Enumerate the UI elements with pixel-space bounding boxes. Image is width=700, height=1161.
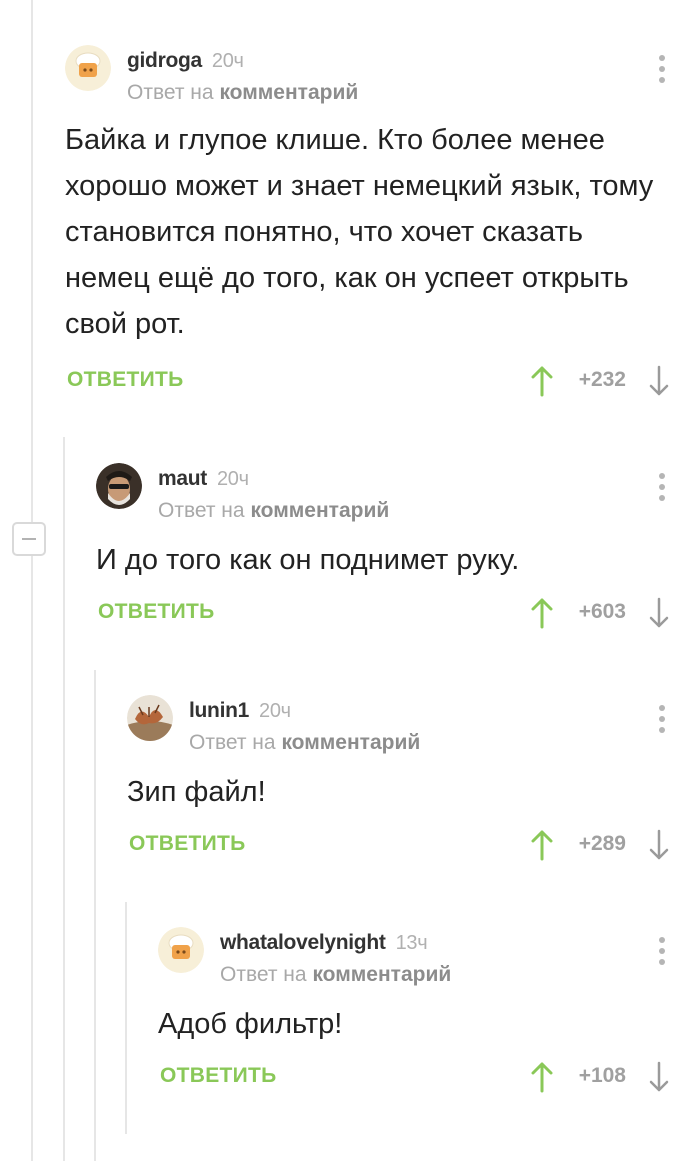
downvote-arrow-icon[interactable] [648,1061,670,1093]
comment-rating: +108 [578,1064,626,1087]
chef-hat-avatar[interactable] [65,45,111,91]
downvote-arrow-icon[interactable] [648,829,670,861]
chef-hat-avatar[interactable] [158,927,204,973]
username-text[interactable]: lunin1 [189,699,249,722]
downvote-arrow-icon[interactable] [648,597,670,629]
reply-target-link[interactable]: комментарий [281,731,420,754]
reply-to-label: Ответ на комментарий [189,731,420,755]
username[interactable]: lunin1 20ч [189,699,291,723]
reply-target-link[interactable]: комментарий [219,81,358,104]
thread-line-level-2 [94,670,96,1161]
reply-to-label: Ответ на комментарий [220,963,451,987]
username[interactable]: maut 20ч [158,467,249,491]
comment: whatalovelynight 13ч Ответ на комментарий… [158,927,700,1107]
more-options-icon[interactable] [658,473,666,503]
comment-rating: +232 [578,368,626,391]
comment-time: 20ч [211,50,244,72]
more-options-icon[interactable] [658,55,666,85]
comment-rating: +603 [578,600,626,623]
username-text[interactable]: gidroga [127,49,202,72]
thread-line-level-1 [63,437,65,1161]
more-options-icon[interactable] [658,705,666,735]
more-options-icon[interactable] [658,937,666,967]
reply-prefix: Ответ на [158,499,245,522]
comment-time: 20ч [216,468,249,490]
reply-button[interactable]: ОТВЕТИТЬ [129,832,246,856]
comment-time: 13ч [395,932,428,954]
thread-line-level-3 [125,902,127,1134]
username[interactable]: gidroga 20ч [127,49,244,73]
username-text[interactable]: maut [158,467,207,490]
upvote-arrow-icon[interactable] [530,365,554,397]
thread-line-level-0 [31,0,33,1161]
comment: gidroga 20ч Ответ на комментарий Байка и … [65,45,700,405]
bearded-man-avatar[interactable] [96,463,142,509]
comment-text: Зип файл! [127,776,266,808]
reply-button[interactable]: ОТВЕТИТЬ [98,600,215,624]
upvote-arrow-icon[interactable] [530,1061,554,1093]
username[interactable]: whatalovelynight 13ч [220,931,428,955]
comment: maut 20ч Ответ на комментарий И до того к… [96,463,700,643]
reply-button[interactable]: ОТВЕТИТЬ [67,368,184,392]
upvote-arrow-icon[interactable] [530,829,554,861]
reply-button[interactable]: ОТВЕТИТЬ [160,1064,277,1088]
downvote-arrow-icon[interactable] [648,365,670,397]
reply-target-link[interactable]: комментарий [312,963,451,986]
comment-rating: +289 [578,832,626,855]
reply-prefix: Ответ на [220,963,307,986]
upvote-arrow-icon[interactable] [530,597,554,629]
reply-to-label: Ответ на комментарий [127,81,358,105]
reply-prefix: Ответ на [189,731,276,754]
reply-prefix: Ответ на [127,81,214,104]
comment-text: И до того как он поднимет руку. [96,544,520,576]
comment: lunin1 20ч Ответ на комментарий Зип файл!… [127,695,700,875]
reply-target-link[interactable]: комментарий [250,499,389,522]
username-text[interactable]: whatalovelynight [220,931,386,954]
photo-avatar[interactable] [127,695,173,741]
comment-text: Адоб фильтр! [158,1008,343,1040]
collapse-thread-button[interactable] [12,522,46,556]
comment-text: Байка и глупое клише. Кто более менее хо… [65,124,654,340]
comment-time: 20ч [259,700,291,722]
reply-to-label: Ответ на комментарий [158,499,389,523]
